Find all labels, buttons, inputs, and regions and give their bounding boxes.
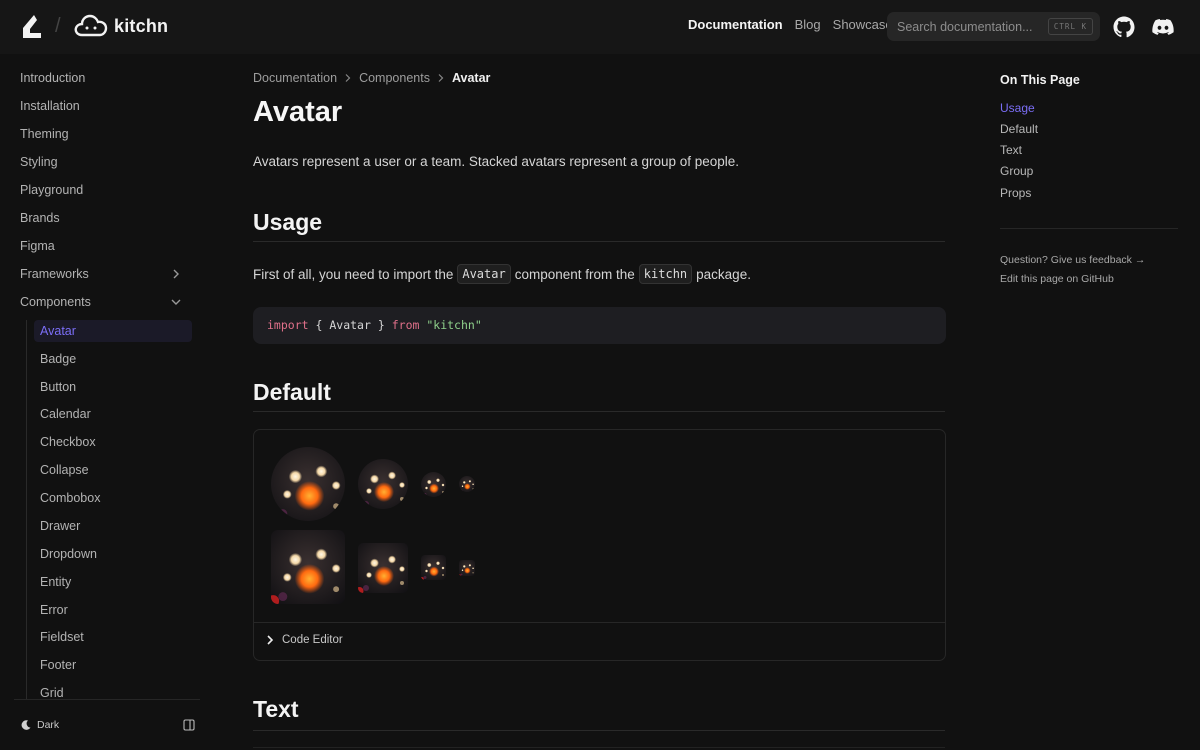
- discord-icon[interactable]: [1151, 15, 1175, 39]
- toc-item-usage[interactable]: Usage: [1000, 101, 1035, 115]
- top-nav: Documentation Blog Showcase: [688, 17, 893, 32]
- breadcrumb-components[interactable]: Components: [359, 71, 430, 85]
- sidebar-item-button[interactable]: Button: [34, 376, 192, 398]
- page-title: Avatar: [253, 96, 343, 128]
- usage-paragraph: First of all, you need to import the Ava…: [253, 264, 751, 284]
- chevron-right-icon: [438, 74, 444, 82]
- toc-item-group[interactable]: Group: [1000, 164, 1033, 178]
- github-icon[interactable]: [1112, 15, 1136, 39]
- feedback-link[interactable]: Question? Give us feedback →: [1000, 254, 1145, 266]
- chevron-right-icon: [267, 635, 274, 645]
- brand-name: kitchn: [114, 15, 169, 36]
- sidebar-item-error[interactable]: Error: [34, 599, 192, 621]
- avatar-round-xsmall: [459, 476, 475, 492]
- sidebar-item-collapse[interactable]: Collapse: [34, 459, 192, 481]
- top-header: / kitchn Documentation Blog Showcase Sea…: [0, 0, 1200, 54]
- sidebar-item-checkbox[interactable]: Checkbox: [34, 431, 192, 453]
- sidebar-item-figma[interactable]: Figma: [20, 235, 192, 257]
- chevron-down-icon: [171, 299, 181, 305]
- sidebar-item-entity[interactable]: Entity: [34, 571, 192, 593]
- sidebar-item-frameworks[interactable]: Frameworks: [20, 263, 192, 285]
- inline-code-kitchn: kitchn: [638, 264, 693, 284]
- sidebar-item-components[interactable]: Components: [20, 291, 192, 313]
- avatar-square-large: [271, 530, 345, 604]
- avatar-square-small: [421, 555, 446, 580]
- sidebar-tree-line: [26, 320, 27, 700]
- code-editor-toggle[interactable]: Code Editor: [266, 634, 343, 646]
- nav-blog[interactable]: Blog: [795, 17, 821, 32]
- sidebar-item-drawer[interactable]: Drawer: [34, 515, 192, 537]
- avatar-round-large: [271, 447, 345, 521]
- sidebar-item-introduction[interactable]: Introduction: [20, 67, 192, 89]
- usage-text: First of all, you need to import the: [253, 266, 454, 282]
- sidebar-item-playground[interactable]: Playground: [20, 179, 192, 201]
- sidebar-item-combobox[interactable]: Combobox: [34, 487, 192, 509]
- sidebar-item-styling[interactable]: Styling: [20, 151, 192, 173]
- breadcrumb-current: Avatar: [451, 71, 491, 85]
- sidebar-item-grid[interactable]: Grid: [34, 682, 192, 700]
- search-placeholder: Search documentation...: [897, 19, 1033, 34]
- search-shortcut-badge: CTRL K: [1047, 18, 1093, 35]
- code-editor-label: Code Editor: [282, 634, 343, 646]
- sidebar-item-avatar[interactable]: Avatar: [34, 320, 192, 342]
- code-brace: {: [315, 318, 323, 332]
- avatar-round-small: [421, 472, 446, 497]
- usage-text: component from the: [514, 266, 635, 282]
- cloud-logo-icon: [74, 14, 108, 37]
- sidebar-item-badge[interactable]: Badge: [34, 348, 192, 370]
- toc-item-text[interactable]: Text: [1000, 143, 1022, 157]
- brand-link[interactable]: kitchn: [74, 13, 168, 39]
- divider: [253, 411, 945, 412]
- sidebar-item-label: Components: [20, 295, 91, 309]
- sidebar-item-fieldset[interactable]: Fieldset: [34, 626, 192, 648]
- main-content: Documentation Components Avatar Avatar A…: [253, 54, 947, 750]
- breadcrumb: Documentation Components Avatar: [253, 71, 490, 85]
- divider: [253, 730, 945, 731]
- heading-text: Text: [253, 696, 299, 722]
- avatar-square-xsmall: [459, 560, 475, 576]
- code-keyword: from: [391, 318, 420, 332]
- edit-on-github-link[interactable]: Edit this page on GitHub: [1000, 273, 1114, 285]
- avatar-demo-box: Code Editor: [253, 429, 946, 661]
- nav-documentation[interactable]: Documentation: [688, 17, 783, 32]
- import-code-block[interactable]: import { Avatar } from "kitchn": [253, 307, 946, 344]
- sidebar-item-dropdown[interactable]: Dropdown: [34, 543, 192, 565]
- logo-divider: /: [55, 15, 61, 37]
- sidebar: Introduction Installation Theming Stylin…: [0, 54, 200, 700]
- chevron-right-icon: [345, 74, 351, 82]
- sidebar-item-installation[interactable]: Installation: [20, 95, 192, 117]
- avatar-square-medium: [358, 543, 408, 593]
- breadcrumb-documentation[interactable]: Documentation: [253, 71, 337, 85]
- avatar-round-medium: [358, 459, 408, 509]
- sidebar-item-calendar[interactable]: Calendar: [34, 403, 192, 425]
- code-brace: }: [377, 318, 385, 332]
- heading-default: Default: [253, 379, 331, 405]
- code-identifier: Avatar: [329, 318, 371, 332]
- sidebar-item-label: Frameworks: [20, 267, 89, 281]
- next-demo-box-edge: [253, 747, 945, 748]
- nav-showcase[interactable]: Showcase: [833, 17, 893, 32]
- usage-text: package.: [696, 266, 751, 282]
- code-keyword: import: [267, 318, 309, 332]
- toc-title: On This Page: [1000, 73, 1080, 87]
- toc-item-default[interactable]: Default: [1000, 122, 1038, 136]
- heading-usage: Usage: [253, 209, 323, 235]
- sidebar-footer: Dark: [0, 700, 200, 750]
- sidebar-item-brands[interactable]: Brands: [20, 207, 192, 229]
- code-string: "kitchn": [426, 318, 482, 332]
- toc-divider: [1000, 228, 1178, 229]
- collapse-sidebar-icon[interactable]: [183, 719, 195, 731]
- kitchn-logo-icon[interactable]: [20, 14, 42, 40]
- inline-code-avatar: Avatar: [457, 264, 511, 284]
- toc-item-props[interactable]: Props: [1000, 186, 1031, 200]
- theme-toggle-label[interactable]: Dark: [37, 719, 59, 731]
- chevron-right-icon: [173, 269, 179, 279]
- moon-icon[interactable]: [20, 719, 32, 731]
- sidebar-item-theming[interactable]: Theming: [20, 123, 192, 145]
- demo-divider: [254, 622, 945, 623]
- search-input[interactable]: Search documentation... CTRL K: [887, 12, 1100, 41]
- page-lead: Avatars represent a user or a team. Stac…: [253, 154, 740, 169]
- divider: [253, 241, 945, 242]
- sidebar-item-footer[interactable]: Footer: [34, 654, 192, 676]
